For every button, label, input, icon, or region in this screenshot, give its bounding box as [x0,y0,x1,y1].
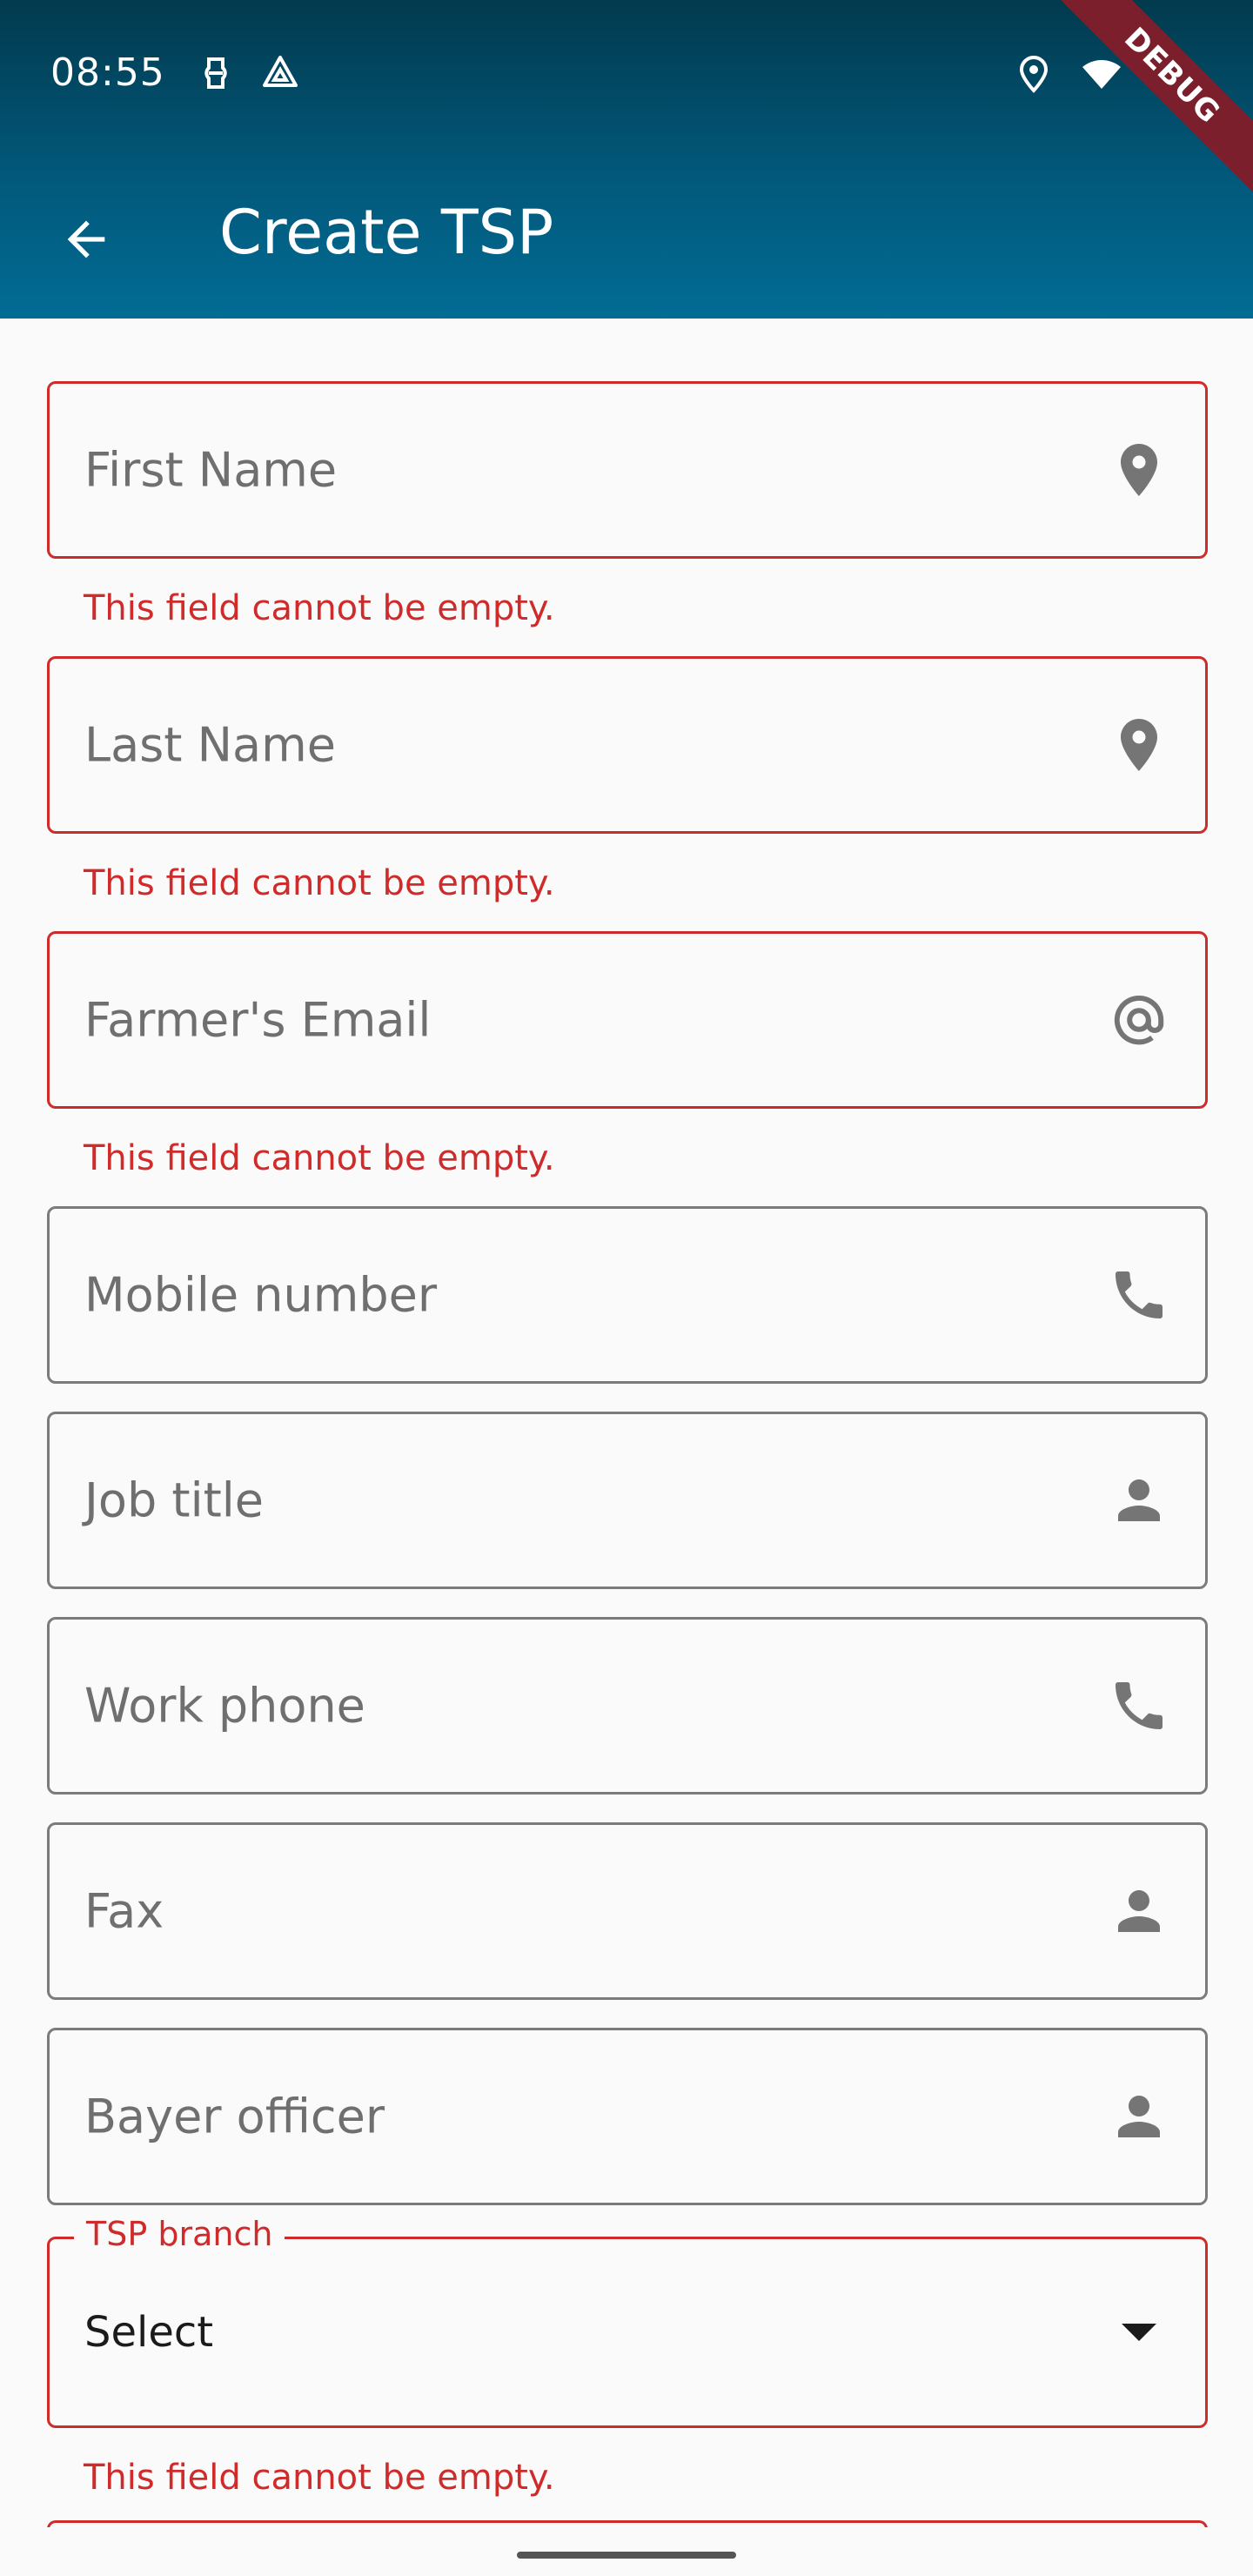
tsp-branch-error: This field cannot be empty. [84,2458,555,2498]
work-phone-field[interactable]: Work phone [47,1617,1208,1794]
last-name-error: This field cannot be empty. [84,863,555,903]
person-icon [1118,1479,1160,1521]
drive-icon [263,56,298,87]
status-time: 08:55 [50,50,165,95]
person-icon [1118,1890,1160,1932]
last-name-placeholder: Last Name [84,717,336,773]
at-icon [1114,995,1164,1045]
bayer-officer-field[interactable]: Bayer officer [47,2028,1208,2205]
sim-icon [204,57,227,89]
page-title: Create TSP [219,197,554,268]
fax-field[interactable]: Fax [47,1822,1208,2000]
job-title-placeholder: Job title [84,1472,264,1528]
person-icon [1118,2096,1160,2137]
first-name-field[interactable]: First Name [47,381,1208,559]
tsp-branch-value: Select [84,2308,214,2357]
location-pin-icon [1121,719,1157,771]
debug-banner: DEBUG [1052,0,1253,196]
job-title-field[interactable]: Job title [47,1412,1208,1589]
gesture-nav-handle[interactable] [517,2552,736,2559]
mobile-number-placeholder: Mobile number [84,1267,438,1323]
email-error: This field cannot be empty. [84,1138,555,1178]
bayer-officer-placeholder: Bayer officer [84,2089,385,2144]
last-name-field[interactable]: Last Name [47,656,1208,834]
back-button[interactable] [47,200,125,278]
mobile-number-field[interactable]: Mobile number [47,1206,1208,1384]
tsp-branch-label: TSP branch [74,2215,285,2253]
app-bar: 08:55 DEBUG Create TSP [0,0,1253,319]
location-pin-icon [1121,444,1157,496]
fax-placeholder: Fax [84,1883,164,1939]
arrow-back-icon [67,220,105,258]
phone-icon [1116,1271,1163,1318]
tsp-branch-dropdown[interactable]: TSP branch Select [47,2215,1208,2428]
phone-icon [1116,1682,1163,1729]
first-name-error: This field cannot be empty. [84,588,555,628]
first-name-placeholder: First Name [84,442,338,498]
status-bar: 08:55 DEBUG [0,0,1253,196]
work-phone-placeholder: Work phone [84,1678,365,1734]
email-field[interactable]: Farmer's Email [47,931,1208,1109]
email-placeholder: Farmer's Email [84,992,432,1048]
dropdown-arrow-icon [1122,2324,1156,2341]
location-icon [1019,56,1049,93]
